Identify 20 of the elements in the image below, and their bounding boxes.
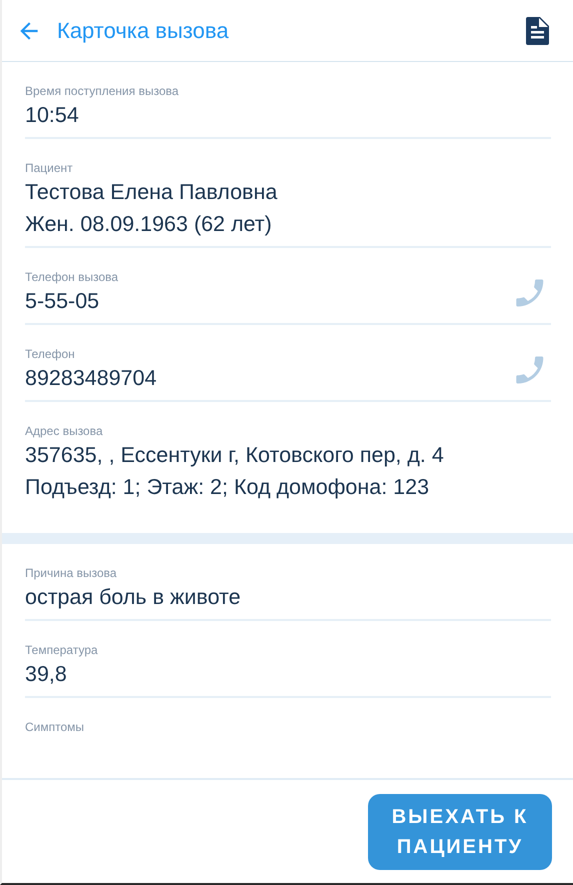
- field-label: Адрес вызова: [25, 424, 104, 439]
- field-value: Подъезд: 1; Этаж: 2; Код домофона: 123: [25, 474, 430, 501]
- field-value: 10:54: [25, 102, 80, 129]
- field-label: Время поступления вызова: [25, 84, 180, 99]
- field-value: Жен. 08.09.1963 (62 лет): [25, 211, 273, 238]
- screen-title: Карточка вызова: [57, 18, 230, 44]
- document-icon[interactable]: [525, 16, 549, 44]
- field-label: Телефон вызова: [25, 270, 120, 285]
- field-label: Причина вызова: [25, 566, 118, 581]
- field-label: Пациент: [25, 161, 74, 176]
- field-label: Телефон: [25, 347, 76, 362]
- field-value: 89283489704: [25, 365, 158, 392]
- field-value: 5-55-05: [25, 288, 100, 315]
- field-value: 39,8: [25, 661, 68, 688]
- field-value: 357635, , Ессентуки г, Котовского пер, д. 4: [25, 442, 445, 469]
- field-label: Симптомы: [25, 720, 86, 735]
- field-label: Температура: [25, 643, 99, 658]
- field-value: острая боль в животе: [25, 584, 242, 611]
- field-value: Тестова Елена Павловна: [25, 179, 278, 206]
- depart-to-patient-button[interactable]: ВЫЕХАТЬ К ПАЦИЕНТУ: [368, 794, 552, 870]
